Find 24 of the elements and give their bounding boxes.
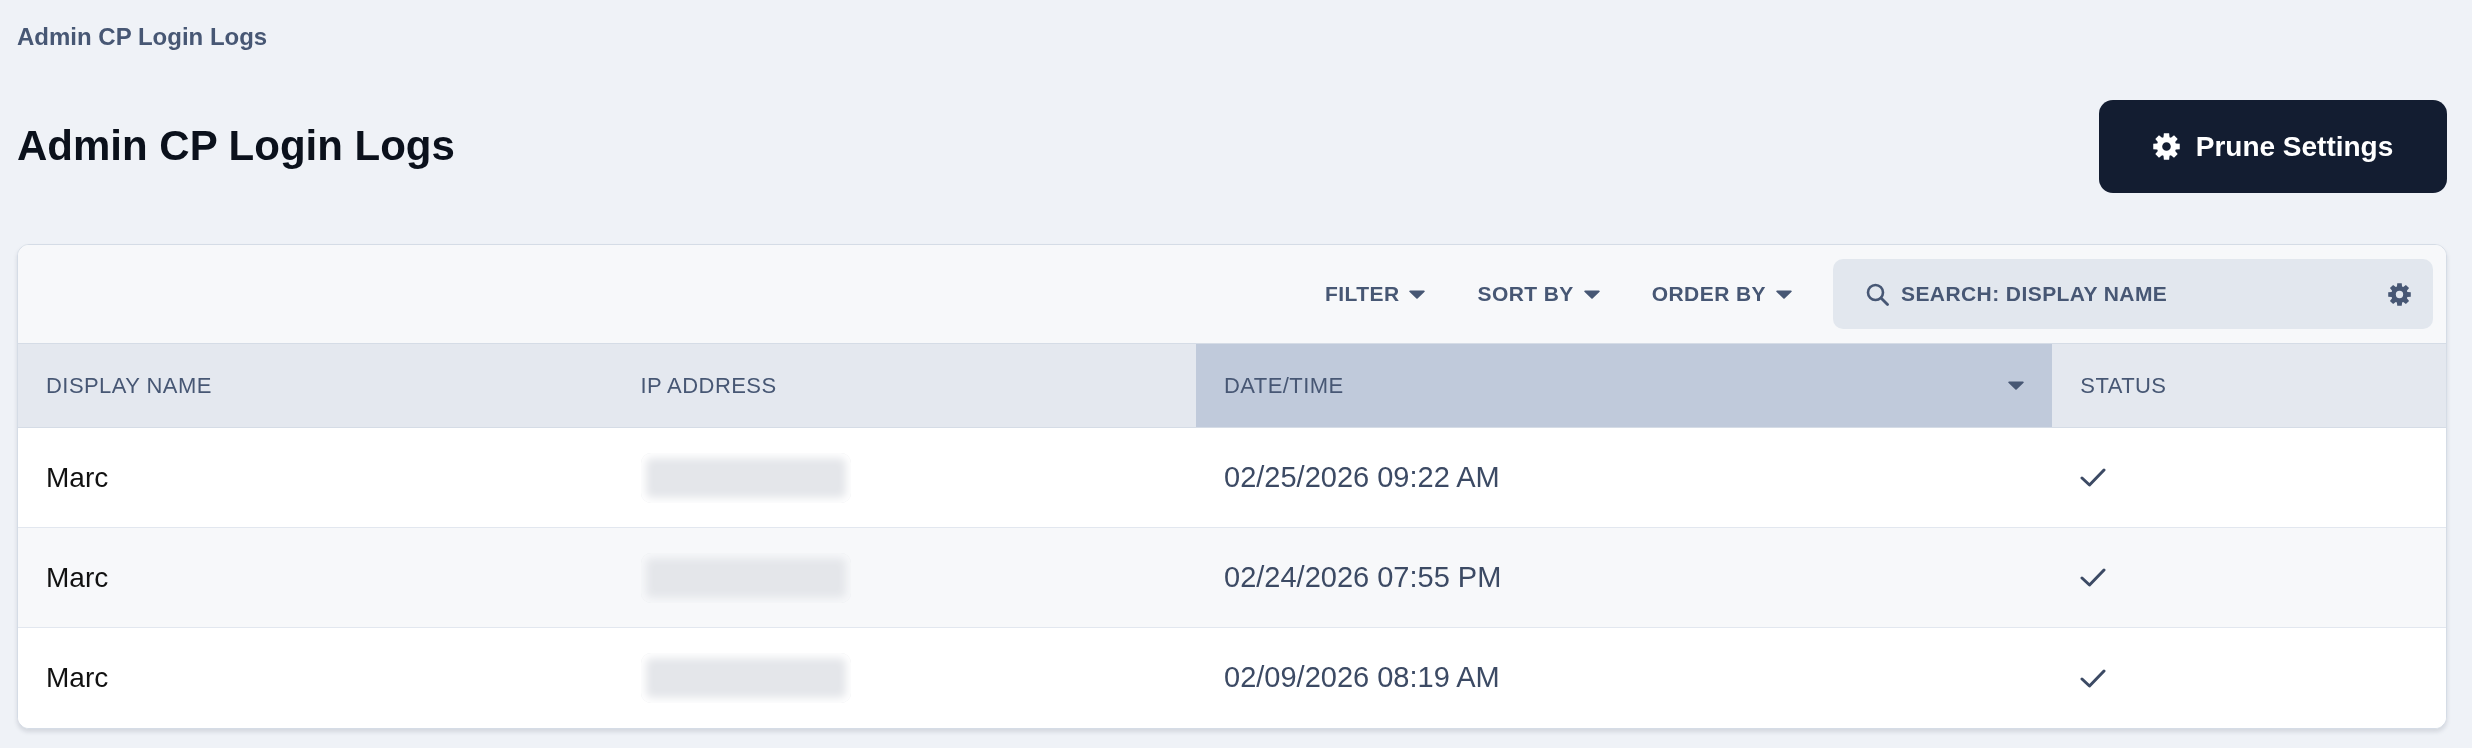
caret-down-icon <box>1409 289 1426 299</box>
search-icon <box>1866 282 1889 306</box>
prune-settings-button[interactable]: Prune Settings <box>2099 100 2447 193</box>
dropdown-button[interactable]: SORT BY <box>1477 272 1600 316</box>
user-name: Marc <box>46 460 109 495</box>
login-date-time: 02/09/2026 08:19 AM <box>1224 660 1500 696</box>
login-date-time: 02/25/2026 09:22 AM <box>1224 459 1500 495</box>
breadcrumb-link[interactable]: Admin CP Login Logs <box>17 23 268 50</box>
column-header[interactable]: IP ADDRESS <box>612 344 1196 427</box>
page-title: Admin CP Login Logs <box>17 121 455 172</box>
user-name: Marc <box>46 560 109 595</box>
sort-caret-icon <box>2008 381 2025 390</box>
gear-icon <box>2152 133 2180 160</box>
search-field[interactable]: SEARCH: DISPLAY NAME <box>1833 259 2433 329</box>
column-header[interactable]: STATUS <box>2052 344 2446 427</box>
gear-icon <box>2388 282 2411 306</box>
dropdown-button[interactable]: FILTER <box>1325 272 1426 316</box>
dropdown-button[interactable]: ORDER BY <box>1651 272 1792 316</box>
login-date-time: 02/24/2026 07:55 PM <box>1224 559 1502 595</box>
column-header[interactable]: DATE/TIME <box>1196 344 2053 427</box>
column-header[interactable]: DISPLAY NAME <box>18 344 613 427</box>
user-name: Marc <box>46 661 109 695</box>
caret-down-icon <box>1776 289 1792 299</box>
caret-down-icon <box>1583 289 1600 299</box>
